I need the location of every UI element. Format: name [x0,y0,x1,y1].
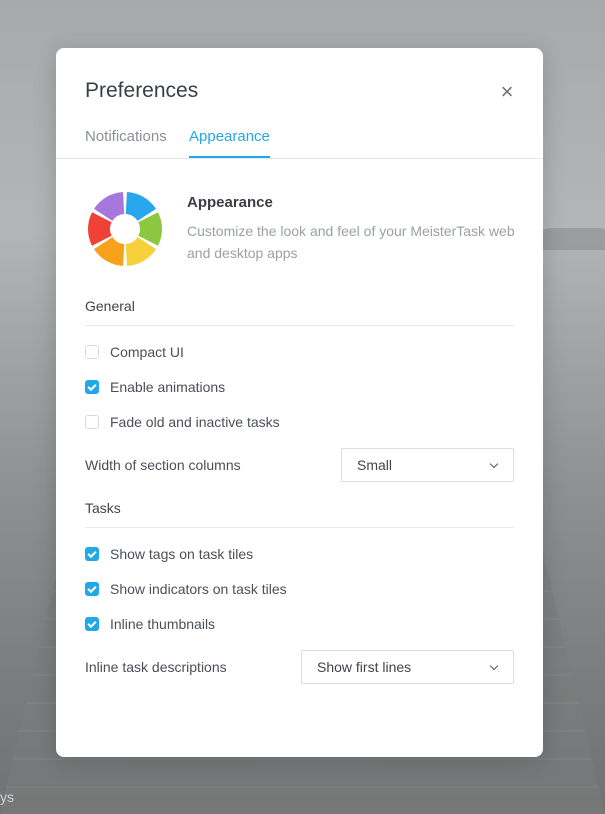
task-descriptions-label: Inline task descriptions [85,659,227,675]
column-width-value: Small [357,457,393,473]
option-label: Show tags on task tiles [110,546,254,562]
option-inline-thumbnails[interactable]: Inline thumbnails [85,614,215,634]
tasks-heading: Tasks [85,500,514,528]
column-width-select[interactable]: Small [341,448,514,482]
option-label: Show indicators on task tiles [110,581,287,597]
section-header-title: Appearance [187,194,273,211]
checkbox-checked[interactable] [85,617,99,631]
background-text: ys [0,789,14,805]
task-descriptions-select[interactable]: Show first lines [301,650,514,684]
tab-appearance[interactable]: Appearance [189,128,270,158]
option-label: Fade old and inactive tasks [110,414,280,430]
task-descriptions-setting: Inline task descriptions Show first line… [85,650,514,684]
chevron-down-icon [489,661,499,671]
option-label: Enable animations [110,379,226,395]
preferences-dialog: Preferences × Notifications Appearance A… [56,48,543,757]
checkbox[interactable] [85,345,99,359]
checkbox-checked[interactable] [85,582,99,596]
color-wheel-logo-icon [88,192,162,266]
chevron-down-icon [489,459,499,469]
option-label: Compact UI [110,344,184,360]
checkbox-checked[interactable] [85,547,99,561]
option-show-indicators[interactable]: Show indicators on task tiles [85,579,287,599]
tab-bar: Notifications Appearance [56,128,543,159]
close-icon[interactable]: × [496,79,518,104]
option-label: Inline thumbnails [110,616,216,632]
column-width-label: Width of section columns [85,457,241,473]
dialog-title: Preferences [85,79,199,102]
checkbox-checked[interactable] [85,380,99,394]
option-show-tags[interactable]: Show tags on task tiles [85,544,253,564]
option-enable-animations[interactable]: Enable animations [85,377,225,397]
option-fade-old-tasks[interactable]: Fade old and inactive tasks [85,412,280,432]
task-descriptions-value: Show first lines [317,659,412,675]
tab-notifications[interactable]: Notifications [85,128,167,157]
general-heading: General [85,298,514,326]
option-compact-ui[interactable]: Compact UI [85,342,184,362]
column-width-setting: Width of section columns Small [85,448,514,482]
section-header-description: Customize the look and feel of your Meis… [187,223,515,261]
checkbox[interactable] [85,415,99,429]
